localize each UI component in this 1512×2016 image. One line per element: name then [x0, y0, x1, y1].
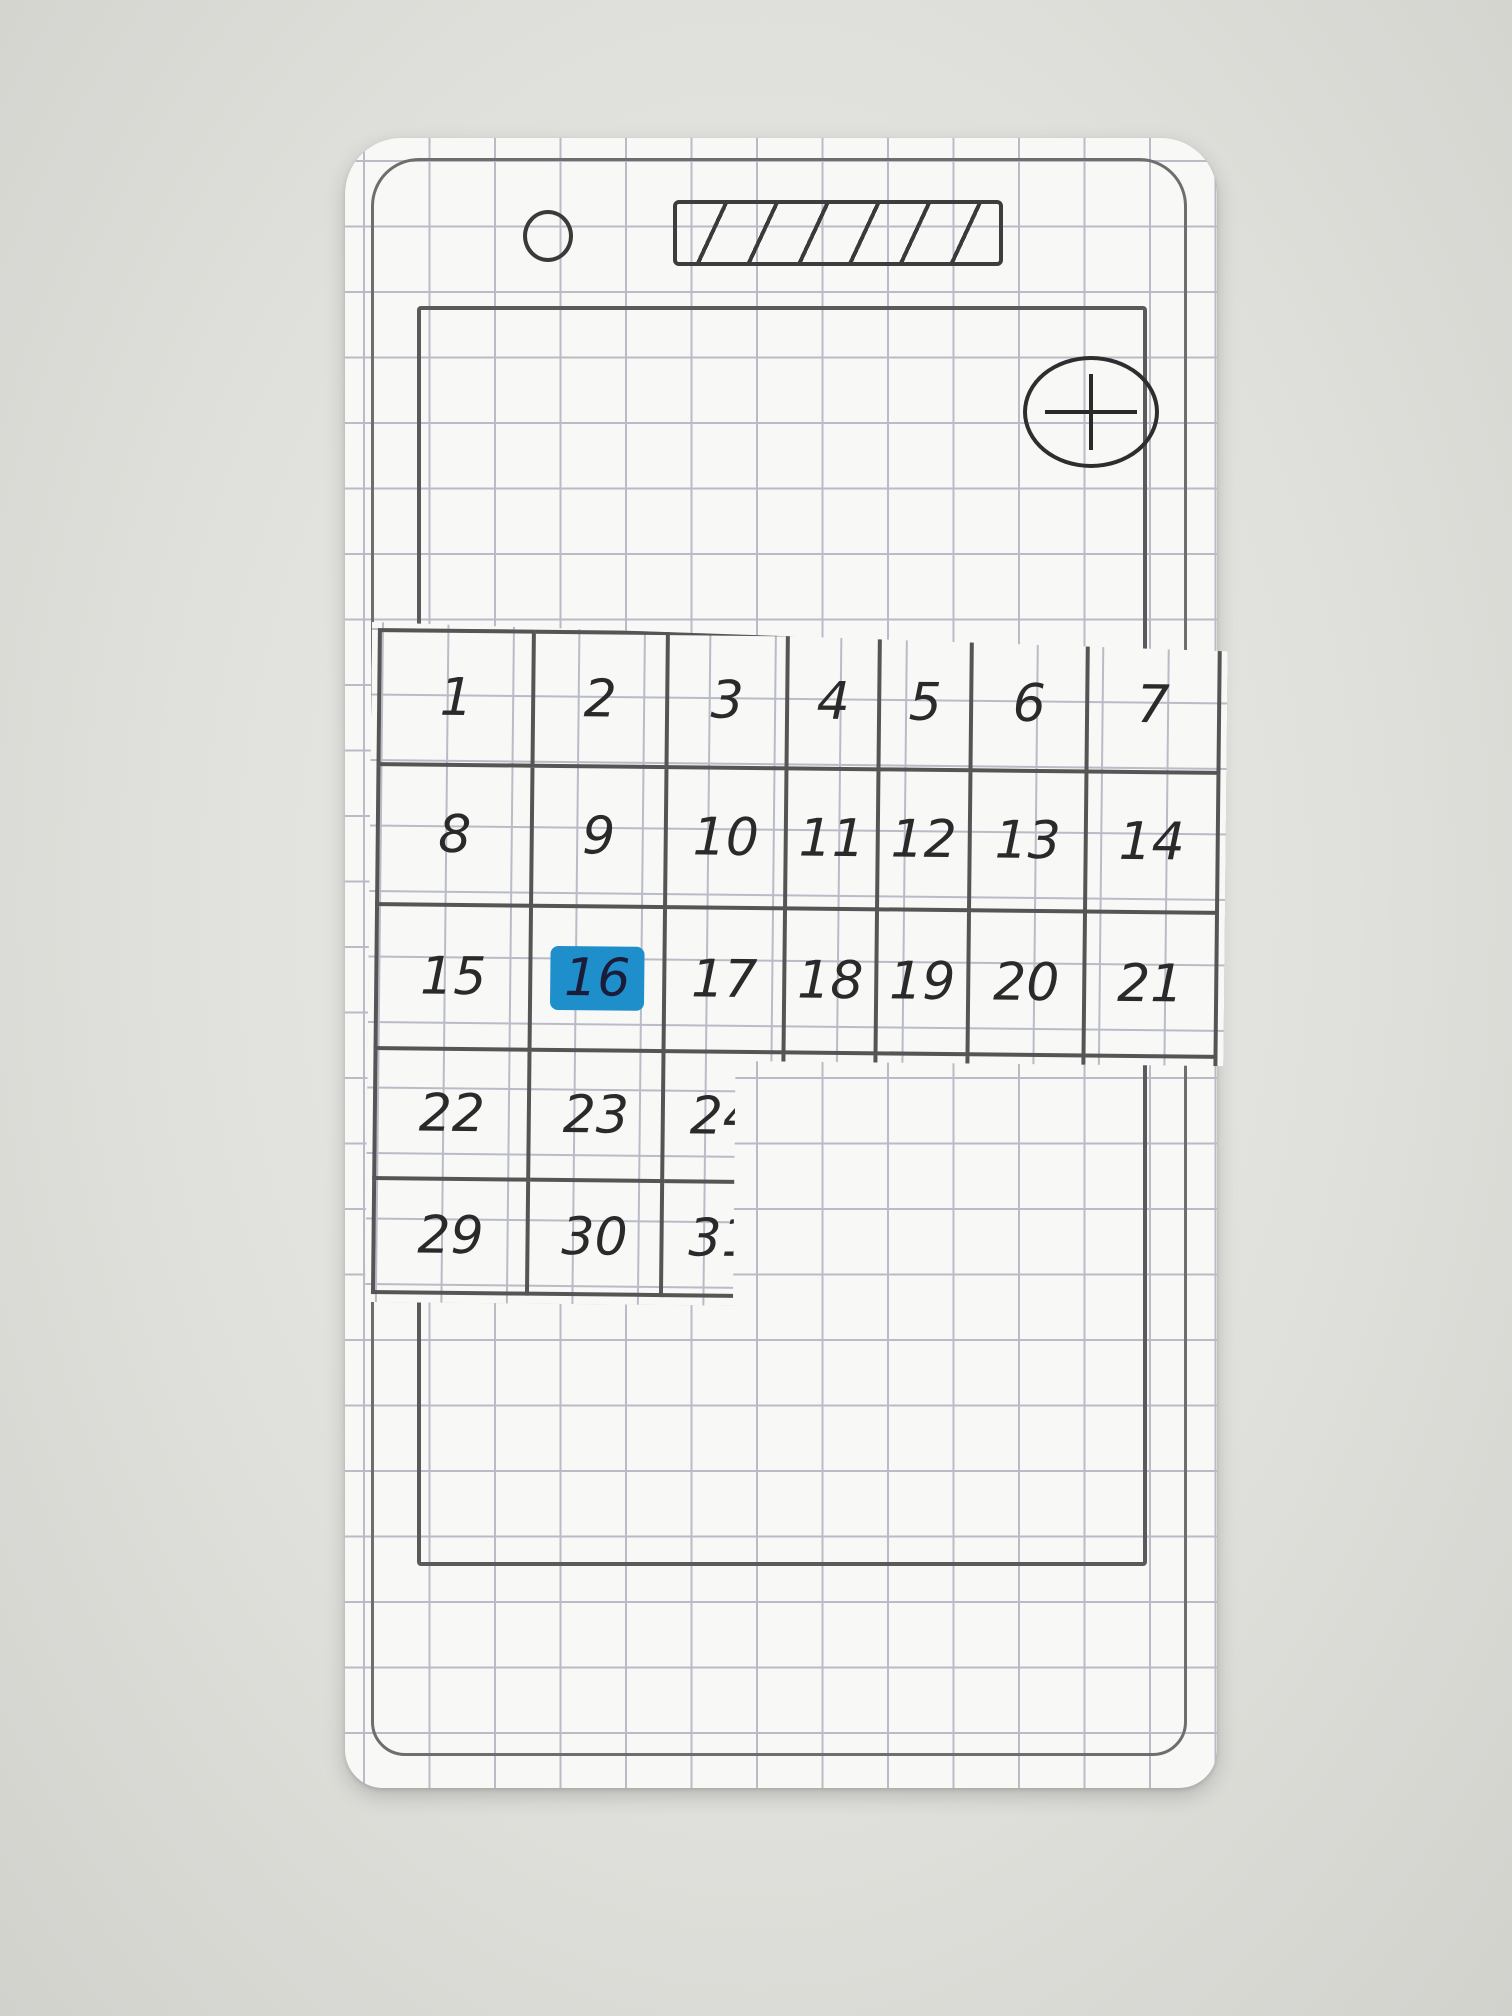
calendar-day-label: 18	[796, 950, 864, 1012]
calendar-day-label: 30	[561, 1207, 628, 1268]
calendar-day-label: 10	[692, 807, 760, 869]
calendar-day-label: 20	[992, 952, 1060, 1014]
calendar-day-label: 21	[1116, 953, 1184, 1015]
calendar-day-label: 29	[417, 1205, 484, 1267]
speaker-grille-icon	[673, 200, 1003, 266]
calendar-day-17[interactable]: 17	[666, 909, 788, 1054]
calendar-day-label: 23	[562, 1085, 630, 1146]
calendar-day-label: 4	[816, 671, 851, 733]
calendar-day-8[interactable]: 8	[375, 766, 534, 908]
calendar-day-20[interactable]: 20	[969, 912, 1087, 1057]
calendar-day-14[interactable]: 14	[1087, 774, 1220, 915]
calendar-day-5[interactable]: 5	[880, 633, 973, 772]
calendar-day-7[interactable]: 7	[1088, 636, 1221, 775]
calendar-day-6[interactable]: 6	[972, 634, 1089, 773]
calendar-day-label: 9	[581, 806, 616, 867]
calendar-day-label: 5	[908, 672, 943, 733]
calendar-day-label: 22	[418, 1083, 486, 1145]
calendar-day-13[interactable]: 13	[971, 772, 1088, 913]
calendar-day-label: 19	[888, 951, 956, 1013]
calendar-day-22[interactable]: 22	[372, 1050, 531, 1182]
calendar-day-9[interactable]: 9	[533, 768, 668, 909]
calendar-day-23[interactable]: 23	[530, 1052, 665, 1183]
calendar-day-label: 1	[439, 667, 474, 729]
calendar-day-2[interactable]: 2	[534, 630, 669, 769]
calendar-day-label: 16	[550, 946, 645, 1011]
calendar-day-label: 2	[583, 669, 618, 730]
calendar-day-19[interactable]: 19	[877, 911, 971, 1056]
calendar-day-label: 12	[890, 809, 958, 871]
calendar-day-label: 15	[419, 946, 487, 1008]
calendar-day-label: 6	[1012, 673, 1047, 735]
calendar-day-29[interactable]: 29	[371, 1180, 530, 1296]
calendar-day-16-selected[interactable]: 16	[532, 908, 668, 1053]
add-button[interactable]	[1023, 356, 1159, 468]
calendar-day-label: 14	[1118, 811, 1186, 873]
calendar-day-label: 17	[690, 949, 758, 1011]
calendar-day-label: 13	[994, 810, 1062, 872]
calendar-day-18[interactable]: 18	[785, 910, 879, 1055]
calendar-day-1[interactable]: 1	[376, 628, 535, 768]
calendar-day-11[interactable]: 11	[787, 770, 880, 911]
calendar-day-10[interactable]: 10	[667, 769, 788, 910]
calendar-day-3[interactable]: 3	[668, 631, 789, 770]
calendar-day-15[interactable]: 15	[374, 906, 533, 1052]
calendar-day-4[interactable]: 4	[788, 632, 881, 771]
calendar-day-label: 8	[437, 804, 472, 866]
camera-icon	[523, 210, 573, 262]
calendar-day-21[interactable]: 21	[1085, 914, 1219, 1059]
calendar-day-label: 3	[710, 670, 745, 731]
calendar-day-label: 7	[1136, 675, 1171, 736]
calendar-day-label: 11	[798, 808, 866, 870]
calendar-day-12[interactable]: 12	[879, 771, 972, 912]
calendar-day-30[interactable]: 30	[529, 1182, 664, 1297]
